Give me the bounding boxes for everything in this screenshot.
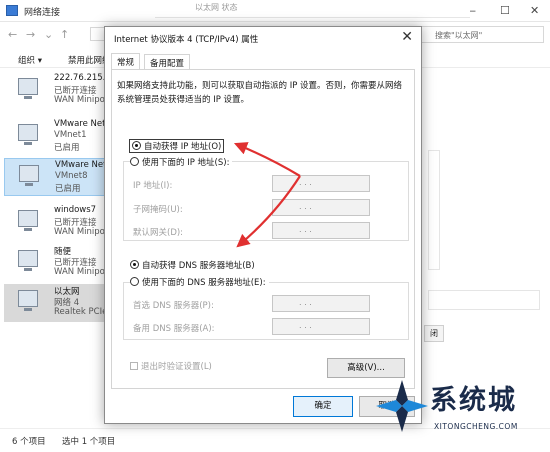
back-arrow-icon[interactable]: ←	[8, 28, 17, 41]
ok-button[interactable]: 确定	[293, 396, 353, 417]
list-item[interactable]: VMware Netw VMnet8 已启用	[4, 158, 113, 196]
search-input[interactable]: 搜索"以太网"	[420, 26, 544, 43]
ip-address-field: . . .	[272, 175, 370, 192]
list-item[interactable]: 222.76.215.21 已断开连接 WAN Minipo	[4, 72, 116, 110]
close-icon[interactable]: ✕	[401, 29, 413, 45]
subnet-mask-label: 子网掩码(U):	[133, 205, 183, 215]
preferred-dns-label: 首选 DNS 服务器(P):	[133, 301, 214, 311]
auto-dns-radio[interactable]: 自动获得 DNS 服务器地址(B)	[130, 259, 255, 271]
preferred-dns-field: . . .	[272, 295, 370, 312]
ethernet-status-window: 以太网 状态	[155, 0, 470, 18]
network-adapter-icon	[18, 250, 38, 271]
maximize-icon[interactable]: ☐	[500, 4, 510, 17]
dialog-description: 如果网络支持此功能，则可以获取自动指派的 IP 设置。否则，你需要从网络系统管理…	[117, 81, 403, 105]
watermark-text-cn: 系统城	[430, 385, 517, 416]
gateway-label: 默认网关(D):	[133, 228, 184, 238]
list-item[interactable]: windows7 已断开连接 WAN Minipo	[4, 204, 108, 242]
checkbox-icon	[130, 362, 138, 370]
alternate-dns-label: 备用 DNS 服务器(A):	[133, 324, 215, 334]
side-close-button[interactable]: 闭	[424, 325, 444, 342]
window-title: 网络连接	[24, 8, 61, 18]
manual-ip-radio[interactable]: 使用下面的 IP 地址(S):	[130, 156, 233, 168]
network-adapter-icon	[18, 290, 38, 311]
network-adapter-icon	[18, 78, 38, 99]
up-arrow-icon[interactable]: ↑	[60, 28, 69, 41]
validate-on-exit-checkbox[interactable]: 退出时验证设置(L)	[130, 360, 212, 372]
network-adapter-icon	[18, 210, 38, 231]
ipv4-properties-dialog: Internet 协议版本 4 (TCP/IPv4) 属性 ✕ 常规 备用配置 …	[104, 26, 422, 424]
radio-unselected-icon	[130, 157, 139, 166]
list-item[interactable]: 以太网 网络 4 Realtek PCIe	[4, 284, 108, 322]
list-item[interactable]: VMware Netw VMnet1 已启用	[4, 118, 112, 156]
dialog-tabs: 常规 备用配置	[111, 53, 415, 70]
close-icon[interactable]: ✕	[530, 4, 539, 17]
subnet-mask-field: . . .	[272, 199, 370, 216]
watermark-logo-icon	[376, 380, 428, 432]
radio-selected-icon	[132, 141, 141, 150]
connection-list: 222.76.215.21 已断开连接 WAN Minipo VMware Ne…	[0, 72, 116, 427]
gateway-field: . . .	[272, 222, 370, 239]
organize-menu[interactable]: 组织 ▾	[18, 54, 42, 66]
tab-alternate-config[interactable]: 备用配置	[144, 54, 191, 70]
manual-dns-radio[interactable]: 使用下面的 DNS 服务器地址(E):	[130, 276, 269, 288]
site-watermark: 系统城 XITONGCHENG.COM	[372, 372, 548, 444]
ip-address-label: IP 地址(I):	[133, 181, 173, 191]
radio-selected-icon	[130, 260, 139, 269]
item-count: 6 个项目	[12, 437, 46, 447]
forward-arrow-icon[interactable]: →	[26, 28, 35, 41]
network-adapter-icon	[19, 165, 39, 186]
scrollbar[interactable]	[428, 150, 440, 270]
ethernet-status-title: 以太网 状态	[195, 3, 238, 12]
dialog-title-bar: Internet 协议版本 4 (TCP/IPv4) 属性 ✕	[105, 27, 421, 51]
side-panel-field	[428, 290, 540, 310]
auto-ip-radio[interactable]: 自动获得 IP 地址(O)	[129, 139, 225, 153]
radio-unselected-icon	[130, 277, 139, 286]
network-adapter-icon	[18, 124, 38, 145]
watermark-text-en: XITONGCHENG.COM	[434, 422, 518, 431]
list-item[interactable]: 随便 已断开连接 WAN Minipo	[4, 244, 108, 282]
alternate-dns-field: . . .	[272, 318, 370, 335]
selected-count: 选中 1 个项目	[62, 437, 116, 447]
chevron-down-icon[interactable]: ⌄	[44, 28, 53, 41]
tab-general[interactable]: 常规	[111, 53, 141, 70]
dialog-title: Internet 协议版本 4 (TCP/IPv4) 属性	[114, 35, 259, 45]
network-folder-icon	[6, 5, 18, 16]
